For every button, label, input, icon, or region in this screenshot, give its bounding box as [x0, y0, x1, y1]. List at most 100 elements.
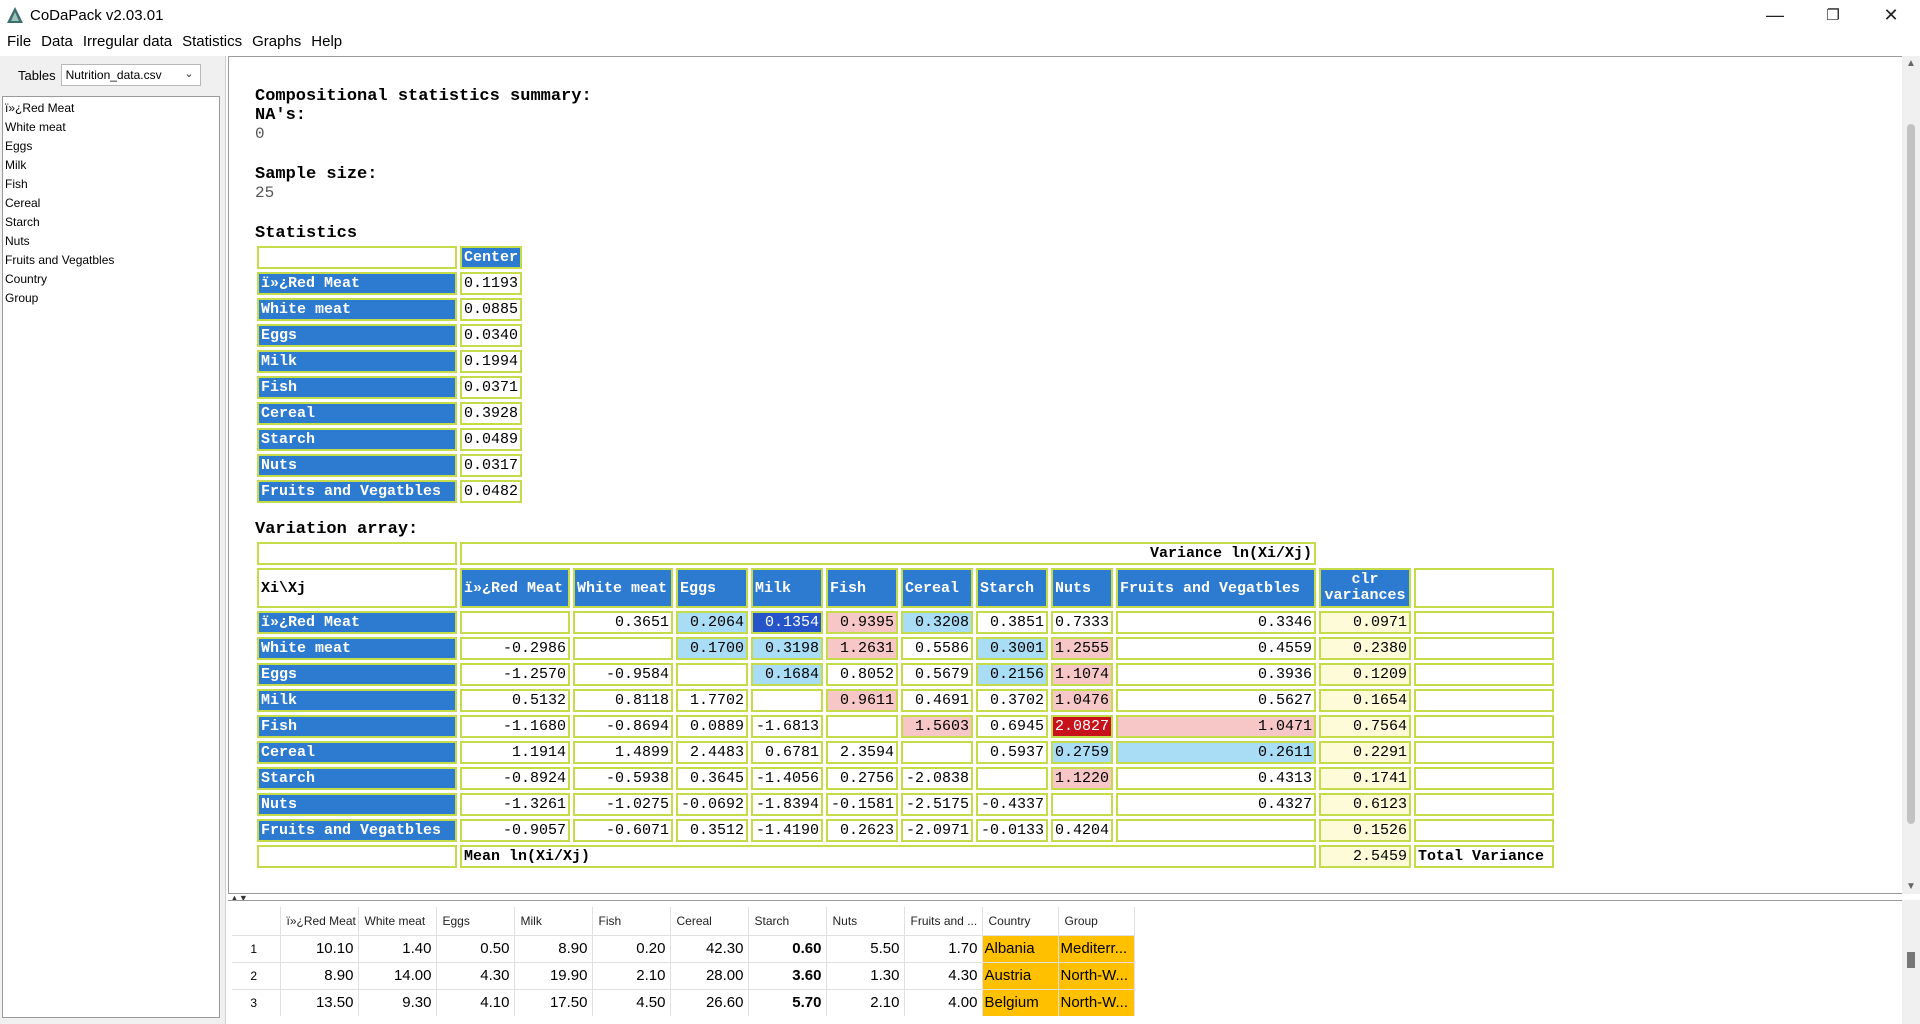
- grid-column-header[interactable]: Fish: [592, 907, 671, 935]
- menu-graphs[interactable]: Graphs: [247, 30, 306, 54]
- grid-column-header[interactable]: Nuts: [826, 907, 905, 935]
- variation-cell: 1.0471: [1116, 715, 1317, 738]
- variable-item[interactable]: Fish: [3, 175, 219, 194]
- grid-cell[interactable]: 0.50: [436, 934, 515, 962]
- row-header: Cereal: [257, 741, 457, 764]
- variable-item[interactable]: Fruits and Vegatbles: [3, 251, 219, 270]
- grid-cell[interactable]: 1.70: [904, 934, 983, 962]
- variation-cell: [460, 611, 570, 634]
- grid-cell[interactable]: 14.00: [358, 961, 437, 989]
- row-number[interactable]: 3: [232, 988, 281, 1016]
- grid-cell[interactable]: 5.50: [826, 934, 905, 962]
- row-header: ï»¿Red Meat: [257, 611, 457, 634]
- grid-cell[interactable]: 13.50: [280, 988, 359, 1016]
- menu-help[interactable]: Help: [306, 30, 347, 54]
- variable-item[interactable]: Group: [3, 289, 219, 308]
- row-number[interactable]: 1: [232, 934, 281, 962]
- grid-cell[interactable]: 8.90: [514, 934, 593, 962]
- grid-cell[interactable]: 28.00: [670, 961, 749, 989]
- grid-cell[interactable]: 10.10: [280, 934, 359, 962]
- grid-row[interactable]: 1 10.10 1.40 0.50 8.90 0.20 42.30 0.60 5…: [232, 934, 1135, 962]
- grid-column-header[interactable]: Milk: [514, 907, 593, 935]
- tables-dropdown[interactable]: Nutrition_data.csv ⌄: [60, 64, 201, 86]
- scroll-up-icon[interactable]: ▲: [1906, 58, 1916, 69]
- variable-item[interactable]: Nuts: [3, 232, 219, 251]
- variation-cell: 0.3346: [1116, 611, 1317, 634]
- grid-cell[interactable]: 1.30: [826, 961, 905, 989]
- grid-cell[interactable]: 2.10: [592, 961, 671, 989]
- grid-column-header[interactable]: Starch: [748, 907, 827, 935]
- grid-cell[interactable]: 26.60: [670, 988, 749, 1016]
- variable-item[interactable]: White meat: [3, 118, 219, 137]
- variation-cell: 0.2156: [976, 663, 1048, 686]
- output-scrollbar[interactable]: ▲ ▼: [1902, 56, 1920, 894]
- grid-cell[interactable]: 1.40: [358, 934, 437, 962]
- row-number[interactable]: 2: [232, 961, 281, 989]
- total-variance-label: Total Variance: [1414, 845, 1555, 868]
- table-row: White meat -0.2986 0.1700 0.3198 1.2631 …: [257, 637, 1555, 660]
- grid-cell[interactable]: 19.90: [514, 961, 593, 989]
- variation-cell: -2.0971: [901, 819, 973, 842]
- variable-list[interactable]: ï»¿Red Meat White meat Eggs Milk Fish Ce…: [2, 96, 220, 1018]
- close-button[interactable]: ✕: [1862, 0, 1920, 30]
- restore-button[interactable]: ❐: [1804, 0, 1862, 30]
- grid-cell[interactable]: Mediterr...: [1058, 934, 1135, 962]
- grid-column-header[interactable]: Fruits and ...: [904, 907, 983, 935]
- grid-cell[interactable]: North-W...: [1058, 988, 1135, 1016]
- scrollbar-thumb[interactable]: [1907, 124, 1915, 824]
- grid-column-header[interactable]: ï»¿Red Meat: [280, 907, 359, 935]
- grid-cell[interactable]: 5.70: [748, 988, 827, 1016]
- column-header: Cereal: [901, 568, 973, 608]
- variable-item[interactable]: Starch: [3, 213, 219, 232]
- grid-row[interactable]: 3 13.50 9.30 4.10 17.50 4.50 26.60 5.70 …: [232, 988, 1135, 1016]
- table-row: Milk 0.1994: [257, 350, 523, 373]
- grid-column-header[interactable]: Country: [982, 907, 1059, 935]
- grid-cell[interactable]: 9.30: [358, 988, 437, 1016]
- grid-cell[interactable]: 0.20: [592, 934, 671, 962]
- grid-cell[interactable]: 2.10: [826, 988, 905, 1016]
- variation-cell: 0.3001: [976, 637, 1048, 660]
- grid-column-header[interactable]: Group: [1058, 907, 1135, 935]
- scroll-down-icon[interactable]: ▼: [1906, 881, 1916, 892]
- grid-cell[interactable]: Austria: [982, 961, 1059, 989]
- menu-irregular-data[interactable]: Irregular data: [78, 30, 177, 54]
- row-header: Eggs: [257, 324, 457, 347]
- grid-cell[interactable]: 0.60: [748, 934, 827, 962]
- grid-cell[interactable]: 4.30: [904, 961, 983, 989]
- grid-column-header[interactable]: Eggs: [436, 907, 515, 935]
- grid-cell[interactable]: 4.00: [904, 988, 983, 1016]
- grid-cell[interactable]: 4.50: [592, 988, 671, 1016]
- grid-cell[interactable]: Belgium: [982, 988, 1059, 1016]
- empty-cell: [1414, 689, 1555, 712]
- grid-column-header[interactable]: White meat: [358, 907, 437, 935]
- grid-cell[interactable]: 4.10: [436, 988, 515, 1016]
- menu-statistics[interactable]: Statistics: [177, 30, 247, 54]
- menu-data[interactable]: Data: [36, 30, 78, 54]
- variable-item[interactable]: Cereal: [3, 194, 219, 213]
- variation-cell: 1.1220: [1051, 767, 1114, 790]
- variation-cell: 0.5586: [901, 637, 973, 660]
- variable-item[interactable]: Milk: [3, 156, 219, 175]
- variable-item[interactable]: ï»¿Red Meat: [3, 99, 219, 118]
- variable-item[interactable]: Eggs: [3, 137, 219, 156]
- variation-cell: 1.1074: [1051, 663, 1114, 686]
- minimize-button[interactable]: —: [1746, 0, 1804, 30]
- data-grid[interactable]: ï»¿Red Meat White meat Eggs Milk Fish Ce…: [232, 907, 1135, 1016]
- grid-cell[interactable]: 4.30: [436, 961, 515, 989]
- variation-cell: 1.2555: [1051, 637, 1114, 660]
- grid-cell[interactable]: 17.50: [514, 988, 593, 1016]
- empty-cell: [1414, 637, 1555, 660]
- scrollbar-thumb[interactable]: [1907, 952, 1915, 968]
- grid-cell[interactable]: 3.60: [748, 961, 827, 989]
- grid-cell[interactable]: 42.30: [670, 934, 749, 962]
- variable-item[interactable]: Country: [3, 270, 219, 289]
- menu-file[interactable]: File: [2, 30, 36, 54]
- grid-cell[interactable]: 8.90: [280, 961, 359, 989]
- grid-scrollbar[interactable]: [1902, 900, 1920, 1024]
- table-row: Fish -1.1680 -0.8694 0.0889 -1.6813 1.56…: [257, 715, 1555, 738]
- grid-column-header[interactable]: Cereal: [670, 907, 749, 935]
- grid-row[interactable]: 2 8.90 14.00 4.30 19.90 2.10 28.00 3.60 …: [232, 961, 1135, 989]
- output-panel[interactable]: Compositional statistics summary: NA's: …: [228, 56, 1918, 894]
- grid-cell[interactable]: North-W...: [1058, 961, 1135, 989]
- grid-cell[interactable]: Albania: [982, 934, 1059, 962]
